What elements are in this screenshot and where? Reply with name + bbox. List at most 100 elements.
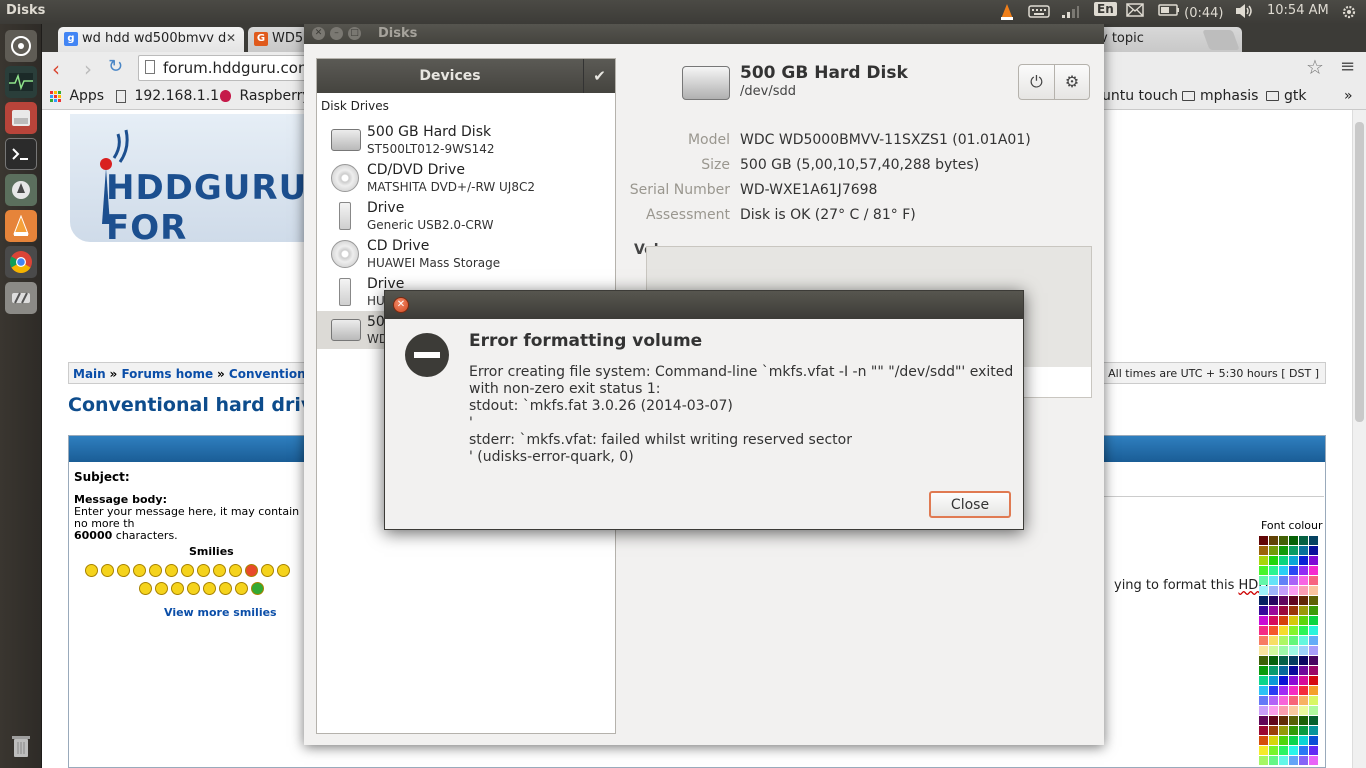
- colour-swatch[interactable]: [1289, 566, 1298, 575]
- launcher-terminal-icon[interactable]: [5, 138, 37, 170]
- dialog-close-icon[interactable]: ✕: [393, 297, 409, 313]
- colour-swatch[interactable]: [1299, 676, 1308, 685]
- colour-swatch[interactable]: [1309, 626, 1318, 635]
- colour-swatch[interactable]: [1299, 656, 1308, 665]
- colour-swatch[interactable]: [1289, 606, 1298, 615]
- colour-swatch[interactable]: [1279, 736, 1288, 745]
- colour-swatch[interactable]: [1279, 656, 1288, 665]
- colour-swatch[interactable]: [1259, 596, 1268, 605]
- colour-swatch[interactable]: [1269, 566, 1278, 575]
- window-minimize-icon[interactable]: –: [330, 27, 343, 40]
- colour-swatch[interactable]: [1289, 646, 1298, 655]
- smiley-icon[interactable]: [229, 564, 242, 577]
- colour-swatch[interactable]: [1309, 686, 1318, 695]
- launcher-system-settings-icon[interactable]: [5, 282, 37, 314]
- drive-settings-gear-icon[interactable]: ⚙: [1053, 65, 1089, 99]
- colour-swatch[interactable]: [1269, 706, 1278, 715]
- colour-swatch[interactable]: [1269, 666, 1278, 675]
- window-maximize-icon[interactable]: □: [348, 27, 361, 40]
- launcher-dash-icon[interactable]: [5, 30, 37, 62]
- colour-swatch[interactable]: [1299, 706, 1308, 715]
- chrome-menu-icon[interactable]: ≡: [1340, 56, 1355, 77]
- colour-swatch[interactable]: [1299, 726, 1308, 735]
- colour-swatch[interactable]: [1289, 756, 1298, 765]
- back-icon[interactable]: ‹: [52, 57, 60, 81]
- colour-swatch[interactable]: [1289, 666, 1298, 675]
- device-item-hdd-st500[interactable]: 500 GB Hard Disk ST500LT012-9WS142: [317, 121, 615, 159]
- smiley-icon[interactable]: [85, 564, 98, 577]
- colour-swatch[interactable]: [1269, 646, 1278, 655]
- network-signal-icon[interactable]: [1060, 3, 1080, 23]
- colour-swatch[interactable]: [1259, 626, 1268, 635]
- bookmark-router[interactable]: 192.168.1.1: [116, 88, 219, 104]
- device-item-cd-dvd[interactable]: CD/DVD Drive MATSHITA DVD+/-RW UJ8C2: [317, 159, 615, 197]
- colour-swatch[interactable]: [1309, 746, 1318, 755]
- colour-swatch[interactable]: [1259, 536, 1268, 545]
- colour-swatch[interactable]: [1309, 606, 1318, 615]
- colour-swatch[interactable]: [1269, 716, 1278, 725]
- colour-swatch[interactable]: [1289, 596, 1298, 605]
- smiley-angry-icon[interactable]: [245, 564, 258, 577]
- smiley-icon[interactable]: [101, 564, 114, 577]
- smiley-icon[interactable]: [187, 582, 200, 595]
- colour-swatch[interactable]: [1309, 716, 1318, 725]
- colour-swatch[interactable]: [1299, 576, 1308, 585]
- session-gear-icon[interactable]: [1340, 3, 1358, 25]
- colour-swatch[interactable]: [1309, 726, 1318, 735]
- colour-swatch[interactable]: [1259, 706, 1268, 715]
- colour-swatch[interactable]: [1259, 716, 1268, 725]
- colour-swatch[interactable]: [1299, 556, 1308, 565]
- reload-icon[interactable]: ↻: [108, 56, 123, 77]
- colour-swatch[interactable]: [1259, 696, 1268, 705]
- colour-swatch[interactable]: [1259, 616, 1268, 625]
- select-checkmark-icon[interactable]: ✔: [583, 59, 615, 93]
- launcher-chrome-icon[interactable]: [5, 246, 37, 278]
- colour-swatch[interactable]: [1309, 546, 1318, 555]
- colour-swatch[interactable]: [1299, 566, 1308, 575]
- launcher-system-monitor-icon[interactable]: [5, 66, 37, 98]
- colour-swatch[interactable]: [1289, 616, 1298, 625]
- colour-swatch[interactable]: [1299, 736, 1308, 745]
- colour-swatch[interactable]: [1299, 586, 1308, 595]
- keyboard-language-indicator[interactable]: En: [1094, 2, 1117, 17]
- colour-swatch[interactable]: [1279, 746, 1288, 755]
- colour-swatch[interactable]: [1309, 556, 1318, 565]
- bookmark-ubuntu-touch[interactable]: untu touch: [1102, 88, 1178, 104]
- smiley-icon[interactable]: [149, 564, 162, 577]
- colour-swatch[interactable]: [1289, 536, 1298, 545]
- colour-swatch[interactable]: [1269, 636, 1278, 645]
- colour-swatch[interactable]: [1289, 686, 1298, 695]
- device-item-huawei-cd[interactable]: CD Drive HUAWEI Mass Storage: [317, 235, 615, 273]
- colour-swatch[interactable]: [1309, 706, 1318, 715]
- forward-icon[interactable]: ›: [84, 57, 92, 81]
- smiley-icon[interactable]: [213, 564, 226, 577]
- breadcrumb-main[interactable]: Main: [73, 367, 106, 381]
- colour-swatch[interactable]: [1259, 546, 1268, 555]
- colour-swatch[interactable]: [1279, 576, 1288, 585]
- colour-swatch[interactable]: [1259, 686, 1268, 695]
- window-close-icon[interactable]: ✕: [312, 27, 325, 40]
- colour-swatch[interactable]: [1279, 756, 1288, 765]
- colour-swatch[interactable]: [1279, 606, 1288, 615]
- smiley-icon[interactable]: [219, 582, 232, 595]
- colour-swatch[interactable]: [1269, 676, 1278, 685]
- colour-swatch[interactable]: [1289, 736, 1298, 745]
- colour-swatch[interactable]: [1299, 636, 1308, 645]
- colour-swatch[interactable]: [1289, 706, 1298, 715]
- colour-swatch[interactable]: [1279, 676, 1288, 685]
- clock[interactable]: 10:54 AM: [1267, 3, 1329, 18]
- colour-swatch[interactable]: [1259, 736, 1268, 745]
- colour-swatch[interactable]: [1309, 656, 1318, 665]
- colour-swatch[interactable]: [1269, 726, 1278, 735]
- colour-swatch[interactable]: [1269, 656, 1278, 665]
- smiley-icon[interactable]: [139, 582, 152, 595]
- colour-swatch[interactable]: [1259, 756, 1268, 765]
- colour-swatch[interactable]: [1309, 736, 1318, 745]
- colour-swatch[interactable]: [1269, 746, 1278, 755]
- colour-swatch[interactable]: [1309, 646, 1318, 655]
- colour-swatch[interactable]: [1269, 536, 1278, 545]
- colour-swatch[interactable]: [1299, 746, 1308, 755]
- smiley-icon[interactable]: [261, 564, 274, 577]
- colour-swatch[interactable]: [1259, 576, 1268, 585]
- tab-close-icon[interactable]: ✕: [226, 31, 236, 45]
